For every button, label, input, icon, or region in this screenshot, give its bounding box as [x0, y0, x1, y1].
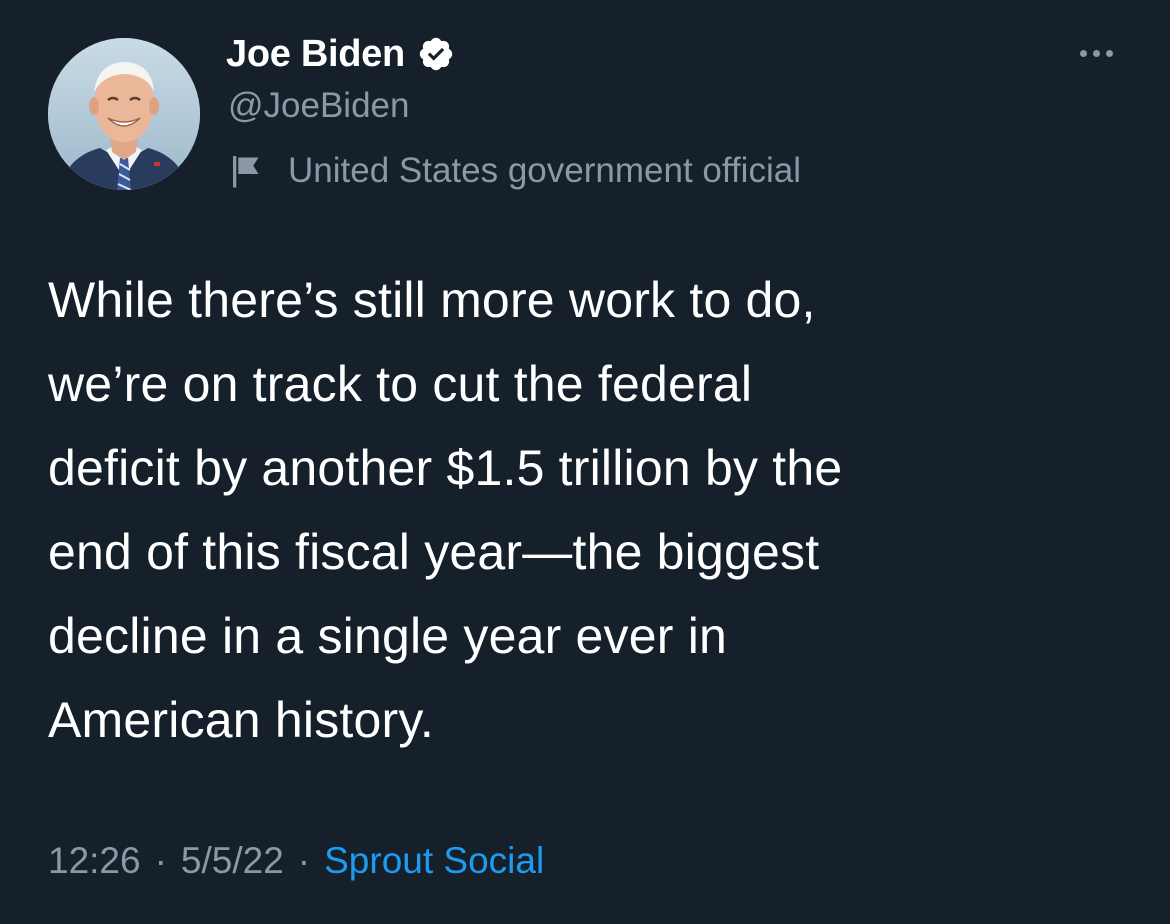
tweet-date[interactable]: 5/5/22	[181, 840, 284, 882]
more-dot	[1105, 49, 1113, 57]
more-options-icon[interactable]	[1068, 36, 1124, 70]
government-label-text: United States government official	[288, 151, 801, 190]
author-handle[interactable]: @JoeBiden	[228, 86, 409, 126]
tweet-time[interactable]: 12:26	[48, 840, 141, 882]
display-name[interactable]: Joe Biden	[226, 33, 405, 76]
government-label[interactable]: United States government official	[230, 148, 801, 194]
tweet-source-link[interactable]: Sprout Social	[324, 840, 544, 882]
more-dot	[1079, 49, 1087, 57]
tweet-text: While there’s still more work to do, we’…	[48, 272, 843, 748]
tweet-metadata: 12:26 · 5/5/22 · Sprout Social	[48, 836, 544, 886]
more-dot	[1092, 49, 1100, 57]
avatar-photo	[48, 38, 200, 190]
tweet-card: Joe Biden @JoeBiden United States govern…	[0, 0, 1170, 924]
meta-separator: ·	[297, 840, 311, 881]
avatar[interactable]	[48, 38, 200, 190]
verified-badge-icon	[417, 35, 455, 73]
meta-separator: ·	[154, 840, 167, 881]
flag-icon	[230, 153, 266, 189]
author-name-row[interactable]: Joe Biden	[226, 30, 455, 78]
